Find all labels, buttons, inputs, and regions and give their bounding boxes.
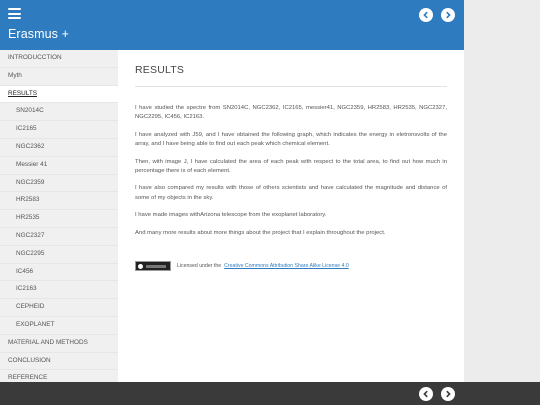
sidebar-item-hr2535[interactable]: HR2535 <box>0 210 118 228</box>
sidebar-item-exoplanet[interactable]: EXOPLANET <box>0 317 118 335</box>
sidebar-item-results[interactable]: RESULTS <box>0 85 118 104</box>
license-link[interactable]: Creative Commons Attribution Share Alike… <box>224 263 349 269</box>
sidebar-item-hr2583[interactable]: HR2583 <box>0 192 118 211</box>
sidebar-item-ngc2362[interactable]: NGC2362 <box>0 139 118 157</box>
paragraph: I have analyzed with J59, and I have obt… <box>135 131 447 148</box>
sidebar-item-cepheid[interactable]: CEPHEID <box>0 299 118 317</box>
sidebar-item-ic456[interactable]: IC456 <box>0 264 118 282</box>
results-text: I have studied the spectre from SN2014C,… <box>135 104 447 246</box>
sidebar-item-material-and-methods[interactable]: MATERIAL AND METHODS <box>0 335 118 353</box>
chevron-left-icon <box>423 390 428 398</box>
title-divider <box>135 86 447 87</box>
previous-page-button[interactable] <box>419 8 433 22</box>
footer-bar <box>0 382 540 405</box>
chevron-left-icon <box>423 11 428 19</box>
footer-next-button[interactable] <box>441 387 455 401</box>
sidebar-item-ngc2295[interactable]: NGC2295 <box>0 246 118 264</box>
sidebar-item-messier-41[interactable]: Messier 41 <box>0 157 118 175</box>
cc-by-sa-badge-icon[interactable] <box>135 261 171 271</box>
paragraph: Then, with image J, I have calculated th… <box>135 158 447 175</box>
sidebar-item-ic2165[interactable]: IC2165 <box>0 121 118 139</box>
sidebar-item-ngc2359[interactable]: NGC2359 <box>0 175 118 193</box>
top-header-bar: Erasmus + <box>0 0 464 50</box>
paragraph: I have studied the spectre from SN2014C,… <box>135 105 447 121</box>
paragraph: And many more results about more things … <box>135 229 386 236</box>
license-prefix: Licensed under the <box>177 263 222 269</box>
sidebar-item-ic2163[interactable]: IC2163 <box>0 281 118 300</box>
footer-previous-button[interactable] <box>419 387 433 401</box>
license-notice: Licensed under the Creative Commons Attr… <box>135 261 349 271</box>
sidebar-item-conclusion[interactable]: CONCLUSION <box>0 353 118 371</box>
hamburger-menu-icon[interactable] <box>8 8 21 19</box>
paragraph: I have made images withArizona telescope… <box>135 212 327 219</box>
main-content: RESULTS I have studied the spectre from … <box>118 50 464 382</box>
right-background-strip <box>464 0 540 382</box>
chevron-right-icon <box>446 11 451 19</box>
sidebar-item-introducction[interactable]: INTRODUCCTION <box>0 50 118 68</box>
sidebar-navigation: INTRODUCCTION Myth RESULTS SN2014C IC2165 NGC… <box>0 50 118 389</box>
app-title: Erasmus + <box>8 27 69 41</box>
sidebar-item-ngc2327[interactable]: NGC2327 <box>0 228 118 246</box>
chevron-right-icon <box>446 390 451 398</box>
page-title: RESULTS <box>135 64 185 76</box>
sidebar-item-myth[interactable]: Myth <box>0 68 118 86</box>
next-page-button[interactable] <box>441 8 455 22</box>
sidebar-item-sn2014c[interactable]: SN2014C <box>0 103 118 122</box>
paragraph: I have also compared my results with tho… <box>135 185 447 201</box>
